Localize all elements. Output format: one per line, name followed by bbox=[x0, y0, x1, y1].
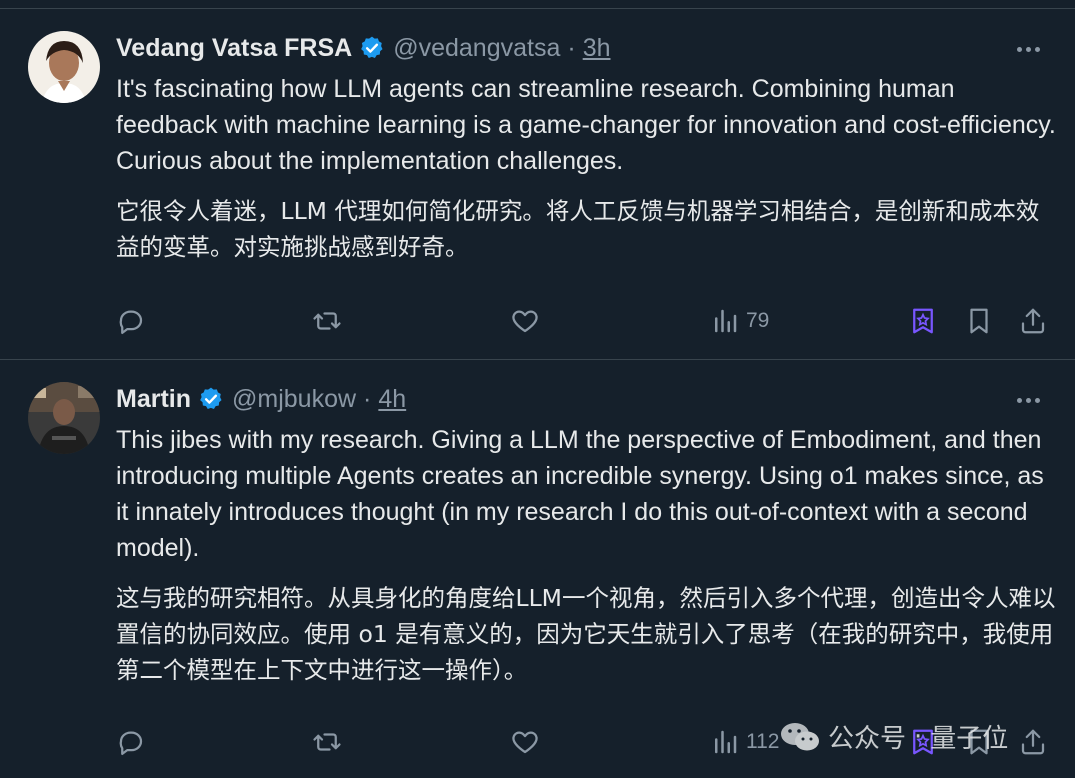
tweet-text: This jibes with my research. Giving a LL… bbox=[116, 426, 1044, 562]
retweet-icon bbox=[313, 312, 341, 330]
verified-badge-icon bbox=[361, 36, 383, 58]
share-button[interactable] bbox=[1018, 722, 1048, 762]
views-count: 112 bbox=[746, 730, 780, 753]
tweet-header: Martin @mjbukow · 4h bbox=[116, 382, 406, 416]
tweet[interactable]: Vedang Vatsa FRSA @vedangvatsa · 3h It's… bbox=[0, 9, 1075, 360]
like-icon bbox=[512, 310, 538, 333]
user-handle[interactable]: @mjbukow bbox=[232, 385, 356, 414]
action-bar: 79 bbox=[116, 301, 1056, 341]
tweet-header: Vedang Vatsa FRSA @vedangvatsa · 3h bbox=[116, 31, 611, 65]
share-icon bbox=[1021, 729, 1045, 755]
views-button[interactable]: 112 bbox=[710, 722, 779, 762]
retweet-button[interactable] bbox=[312, 722, 342, 762]
watermark-account: 量子位 bbox=[930, 724, 1009, 754]
retweet-button[interactable] bbox=[312, 301, 342, 341]
more-icon[interactable] bbox=[1017, 390, 1047, 410]
display-name[interactable]: Martin bbox=[116, 385, 191, 414]
tweet-translation: 它很令人着迷，LLM 代理如何简化研究。将人工反馈与机器学习相结合，是创新和成本… bbox=[116, 197, 1040, 261]
like-icon bbox=[512, 731, 538, 754]
views-icon bbox=[715, 309, 737, 333]
like-button[interactable] bbox=[510, 301, 540, 341]
avatar[interactable] bbox=[28, 382, 100, 454]
wechat-icon bbox=[781, 722, 819, 750]
bookmark-icon bbox=[970, 308, 988, 334]
separator-dot: · bbox=[363, 384, 372, 413]
watermark-platform: 公众号 bbox=[828, 724, 907, 754]
timestamp-link[interactable]: 3h bbox=[583, 34, 611, 63]
verified-badge-icon bbox=[200, 387, 222, 409]
display-name[interactable]: Vedang Vatsa FRSA bbox=[116, 34, 352, 63]
separator-dot: · bbox=[567, 33, 576, 62]
watermark: 公众号 · 量子位 bbox=[780, 718, 1008, 755]
reply-icon bbox=[119, 731, 143, 755]
retweet-icon bbox=[313, 733, 341, 751]
grok-icon bbox=[913, 308, 933, 334]
share-icon bbox=[1021, 308, 1045, 334]
watermark-separator: · bbox=[914, 721, 923, 752]
reply-button[interactable] bbox=[116, 722, 146, 762]
more-icon[interactable] bbox=[1017, 39, 1047, 59]
user-handle[interactable]: @vedangvatsa bbox=[393, 34, 560, 63]
tweet-text: It's fascinating how LLM agents can stre… bbox=[116, 75, 1056, 175]
grok-button[interactable] bbox=[908, 301, 938, 341]
bookmark-button[interactable] bbox=[964, 301, 994, 341]
reply-icon bbox=[119, 310, 143, 334]
tweet[interactable]: Martin @mjbukow · 4h This jibes with my … bbox=[0, 360, 1075, 778]
views-button[interactable]: 79 bbox=[710, 301, 769, 341]
like-button[interactable] bbox=[510, 722, 540, 762]
avatar[interactable] bbox=[28, 31, 100, 103]
reply-button[interactable] bbox=[116, 301, 146, 341]
views-icon bbox=[715, 730, 737, 754]
share-button[interactable] bbox=[1018, 301, 1048, 341]
timestamp-link[interactable]: 4h bbox=[378, 385, 406, 414]
views-count: 79 bbox=[746, 309, 770, 332]
tweet-translation: 这与我的研究相符。从具身化的角度给LLM一个视角，然后引入多个代理，创造出令人难… bbox=[116, 584, 1056, 684]
top-divider bbox=[0, 0, 1075, 9]
